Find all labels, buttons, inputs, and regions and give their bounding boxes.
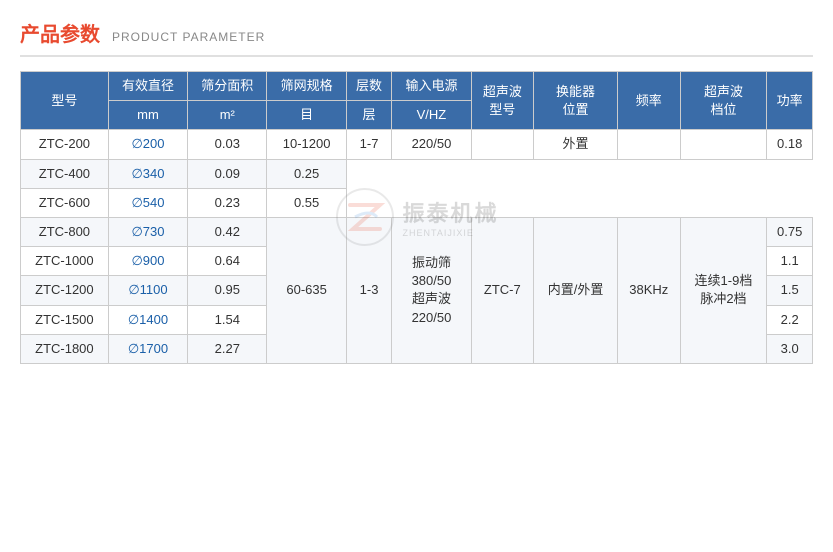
table-cell: 0.18	[767, 130, 813, 159]
th-power-kw: 功率	[767, 72, 813, 130]
th-layers-unit: 层	[346, 101, 392, 130]
table-cell: ZTC-1000	[21, 247, 109, 276]
table-row: ZTC-600∅5400.230.55	[21, 188, 813, 217]
table-cell: 1-7	[346, 130, 392, 159]
table-cell: ∅1100	[108, 276, 187, 305]
table-cell: ∅900	[108, 247, 187, 276]
th-transducer-pos: 换能器位置	[534, 72, 618, 130]
table-cell: 1.54	[188, 305, 267, 334]
th-diameter: 有效直径	[108, 72, 187, 101]
table-cell: 2.27	[188, 334, 267, 363]
table-cell: 2.2	[767, 305, 813, 334]
table-row: ZTC-800∅7300.4260-6351-3振动筛380/50超声波220/…	[21, 217, 813, 246]
table-cell: 0.64	[188, 247, 267, 276]
table-container: 振泰机械 ZHENTAIJIXIE 型号 有效直径 筛分面积 筛网规格 层数 输…	[20, 71, 813, 364]
table-cell: ZTC-800	[21, 217, 109, 246]
th-model: 型号	[21, 72, 109, 130]
table-cell: ∅200	[108, 130, 187, 159]
th-frequency: 频率	[618, 72, 680, 130]
table-cell: ZTC-1500	[21, 305, 109, 334]
table-cell: ∅730	[108, 217, 187, 246]
table-cell	[618, 130, 680, 159]
table-cell: ZTC-1200	[21, 276, 109, 305]
table-cell	[680, 130, 767, 159]
th-area: 筛分面积	[188, 72, 267, 101]
th-layers: 层数	[346, 72, 392, 101]
th-mm: mm	[108, 101, 187, 130]
table-cell: 1.5	[767, 276, 813, 305]
table-cell: ∅1700	[108, 334, 187, 363]
table-cell: ZTC-7	[471, 217, 533, 363]
table-cell: 连续1-9档脉冲2档	[680, 217, 767, 363]
table-cell: ∅1400	[108, 305, 187, 334]
table-cell: 10-1200	[267, 130, 346, 159]
table-cell: 0.23	[188, 188, 267, 217]
th-power-input: 输入电源	[392, 72, 471, 101]
page-title-cn: 产品参数	[20, 18, 100, 47]
table-cell: ZTC-600	[21, 188, 109, 217]
table-cell: 1-3	[346, 217, 392, 363]
table-row: ZTC-200∅2000.0310-12001-7220/50 外置 0.18	[21, 130, 813, 159]
table-cell: ∅540	[108, 188, 187, 217]
table-cell	[471, 130, 533, 159]
table-cell: 0.42	[188, 217, 267, 246]
table-cell: 0.95	[188, 276, 267, 305]
table-cell: 0.03	[188, 130, 267, 159]
page-wrapper: 产品参数 PRODUCT PARAMETER 振泰机械 ZHENTAIJIXIE…	[0, 0, 833, 552]
table-cell: ∅340	[108, 159, 187, 188]
table-cell: ZTC-400	[21, 159, 109, 188]
parameter-table: 型号 有效直径 筛分面积 筛网规格 层数 输入电源 超声波型号 换能器位置 频率…	[20, 71, 813, 364]
table-cell: 0.55	[267, 188, 346, 217]
th-mesh: 筛网规格	[267, 72, 346, 101]
th-ultrasonic-level: 超声波档位	[680, 72, 767, 130]
table-cell: ZTC-1800	[21, 334, 109, 363]
table-cell: 外置	[534, 130, 618, 159]
th-ultrasonic-model: 超声波型号	[471, 72, 533, 130]
th-vhz: V/HZ	[392, 101, 471, 130]
table-cell: 内置/外置	[534, 217, 618, 363]
th-mesh-unit: 目	[267, 101, 346, 130]
table-cell: 1.1	[767, 247, 813, 276]
table-row: ZTC-400∅3400.090.25	[21, 159, 813, 188]
table-cell: 0.25	[267, 159, 346, 188]
page-title-area: 产品参数 PRODUCT PARAMETER	[20, 18, 813, 57]
table-cell: 振动筛380/50超声波220/50	[392, 217, 471, 363]
table-cell: ZTC-200	[21, 130, 109, 159]
table-cell: 0.75	[767, 217, 813, 246]
table-cell: 0.09	[188, 159, 267, 188]
table-cell: 3.0	[767, 334, 813, 363]
table-cell: 38KHz	[618, 217, 680, 363]
page-title-en: PRODUCT PARAMETER	[112, 30, 265, 44]
th-m2: m²	[188, 101, 267, 130]
table-cell: 60-635	[267, 217, 346, 363]
table-cell: 220/50	[392, 130, 471, 159]
